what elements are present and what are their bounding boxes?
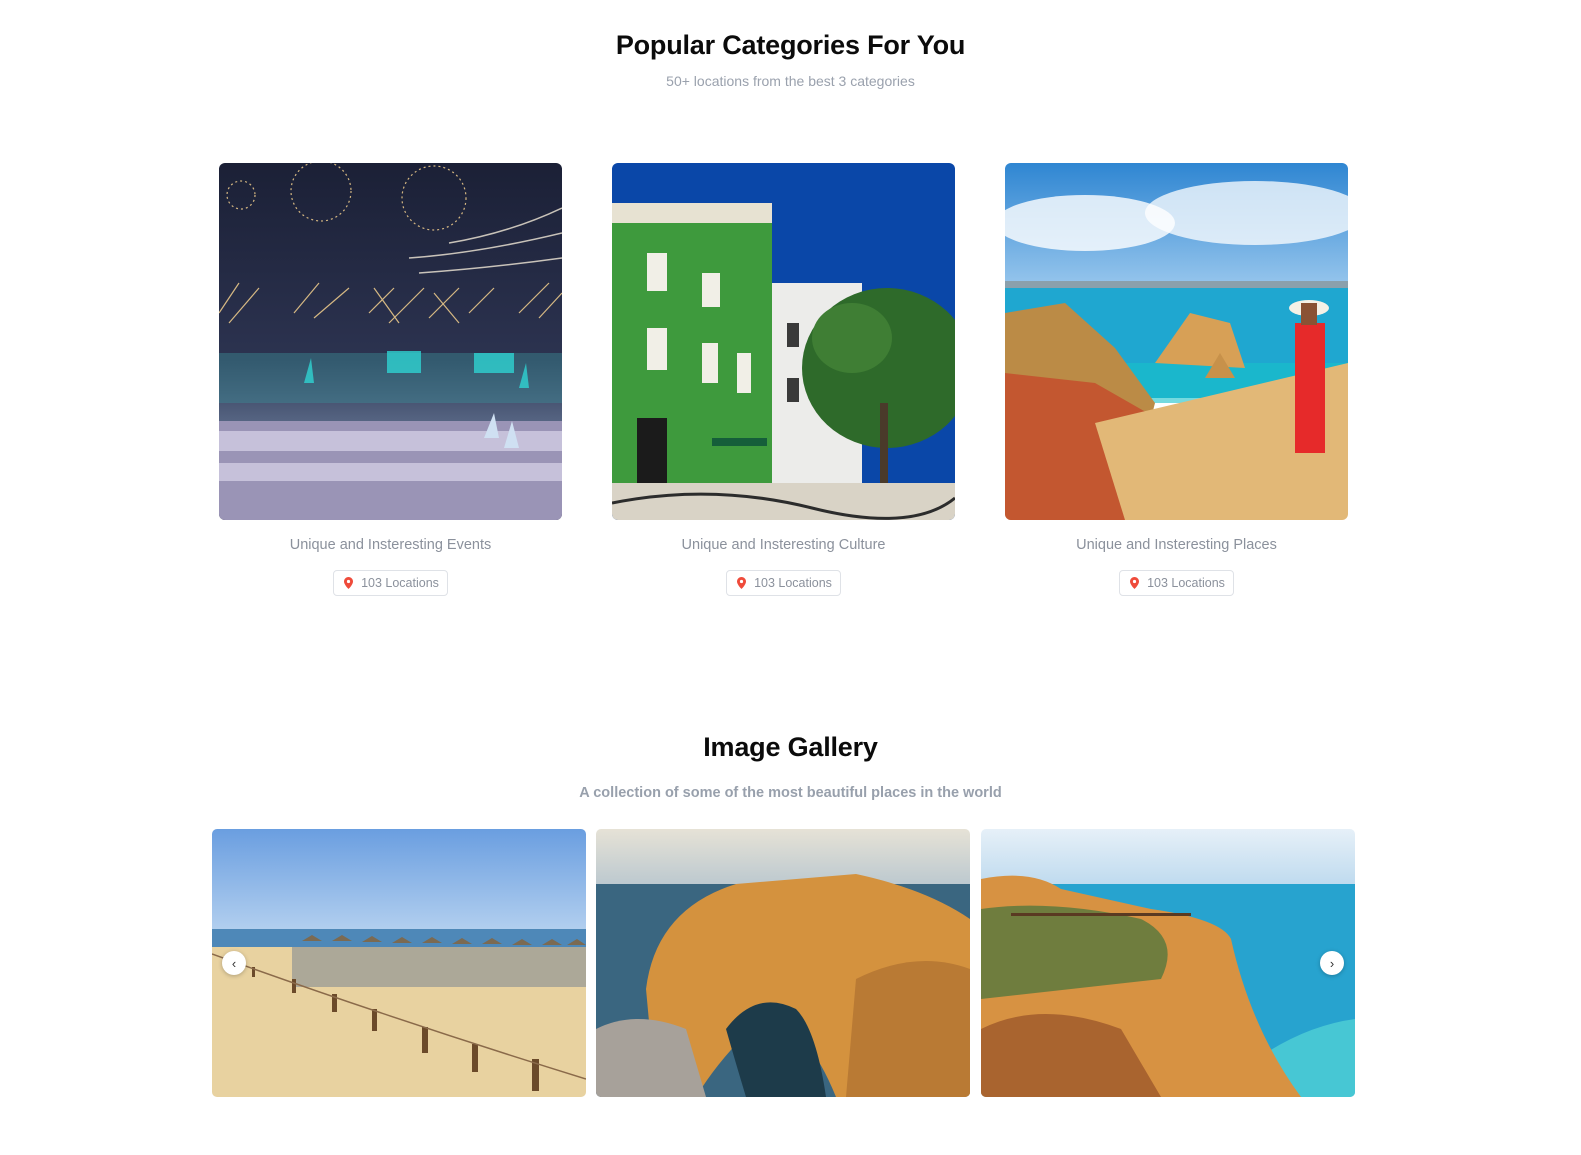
cliff-coastline-image[interactable] [981, 829, 1355, 1097]
green-tiled-building-image[interactable] [612, 163, 955, 520]
image-gallery-carousel[interactable]: ‹ › [212, 829, 1355, 1097]
carousel-prev-button[interactable]: ‹ [222, 951, 246, 975]
categories-title: Popular Categories For You [615, 30, 966, 60]
category-title: Unique and Insteresting Events [289, 537, 492, 553]
locations-badge[interactable]: 103 Locations [333, 570, 448, 596]
gallery-header: Image Gallery A collection of some of th… [0, 732, 1581, 801]
categories-subtitle: 50+ locations from the best 3 categories [666, 73, 915, 89]
category-card-places[interactable]: Unique and Insteresting Places 103 Locat… [1005, 163, 1348, 596]
locations-badge[interactable]: 103 Locations [726, 570, 841, 596]
locations-badge[interactable]: 103 Locations [1119, 570, 1234, 596]
fireworks-show-image[interactable] [219, 163, 562, 520]
chevron-right-icon: › [1329, 955, 1335, 971]
beach-umbrellas-image[interactable] [212, 829, 586, 1097]
category-card-culture[interactable]: Unique and Insteresting Culture 103 Loca… [612, 163, 955, 596]
map-pin-icon [737, 577, 747, 589]
locations-count: 103 Locations [361, 576, 439, 590]
coastal-cliffs-image[interactable] [1005, 163, 1348, 520]
chevron-left-icon: ‹ [231, 955, 237, 971]
category-title: Unique and Insteresting Places [1076, 537, 1277, 553]
gallery-subtitle: A collection of some of the most beautif… [579, 785, 1002, 801]
map-pin-icon [1130, 577, 1140, 589]
locations-count: 103 Locations [754, 576, 832, 590]
carousel-next-button[interactable]: › [1320, 951, 1344, 975]
rock-arch-image[interactable] [596, 829, 970, 1097]
category-card-events[interactable]: Unique and Insteresting Events 103 Locat… [219, 163, 562, 596]
categories-header: Popular Categories For You 50+ locations… [0, 30, 1581, 89]
category-title: Unique and Insteresting Culture [681, 537, 886, 553]
gallery-title: Image Gallery [703, 732, 878, 762]
map-pin-icon [344, 577, 354, 589]
locations-count: 103 Locations [1147, 576, 1225, 590]
